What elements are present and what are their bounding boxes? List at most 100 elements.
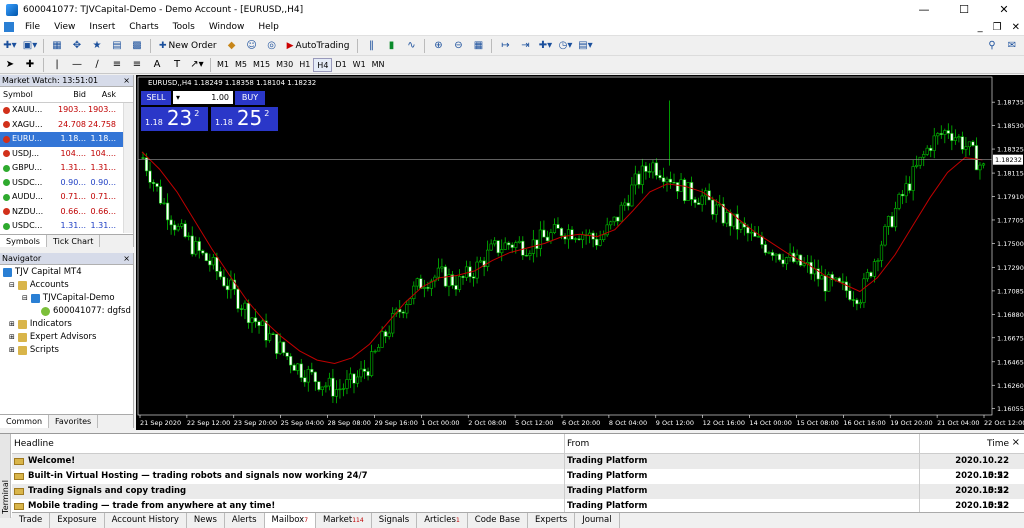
data-window-icon[interactable]: ✥ <box>69 38 85 54</box>
text-icon[interactable]: A <box>149 57 165 73</box>
menu-insert[interactable]: Insert <box>82 19 122 36</box>
templates-icon[interactable]: ▤▾ <box>577 38 593 54</box>
strategy-tester-icon[interactable]: ▩ <box>129 38 145 54</box>
column-bid[interactable]: Bid <box>56 87 86 102</box>
horizontal-line-icon[interactable]: — <box>69 57 85 73</box>
maximize-button[interactable]: ☐ <box>944 0 984 19</box>
tab-market[interactable]: Market114 <box>316 513 372 528</box>
column-ask[interactable]: Ask <box>86 87 116 102</box>
tab-mailbox[interactable]: Mailbox7 <box>264 513 317 528</box>
tab-articles[interactable]: Articles1 <box>417 513 468 528</box>
timeframe-m15[interactable]: M15 <box>250 58 273 72</box>
menu-help[interactable]: Help <box>251 19 286 36</box>
close-button[interactable]: ✕ <box>984 0 1024 19</box>
timeframe-w1[interactable]: W1 <box>350 58 369 72</box>
metaeditor-icon[interactable]: ◆ <box>224 38 240 54</box>
mailbox-row[interactable]: Trading Signals and copy trading Trading … <box>12 484 1024 511</box>
menu-file[interactable]: File <box>18 19 47 36</box>
tile-windows-icon[interactable]: ▦ <box>470 38 486 54</box>
tab-common[interactable]: Common <box>0 415 50 428</box>
sell-button[interactable]: SELL <box>141 91 171 105</box>
menu-window[interactable]: Window <box>202 19 252 36</box>
minimize-button[interactable]: — <box>904 0 944 19</box>
market-watch-row[interactable]: NZDU... 0.66... 0.66... <box>0 205 133 220</box>
tab-signals[interactable]: Signals <box>372 513 418 528</box>
periods-icon[interactable]: ◷▾ <box>557 38 573 54</box>
tab-tick-chart[interactable]: Tick Chart <box>47 235 101 247</box>
tab-symbols[interactable]: Symbols <box>0 235 47 247</box>
terminal-close[interactable]: × <box>1012 437 1020 448</box>
column-from[interactable]: From <box>564 434 919 453</box>
market-watch-icon[interactable]: ▦ <box>49 38 65 54</box>
tab-exposure[interactable]: Exposure <box>50 513 105 528</box>
tab-account-history[interactable]: Account History <box>105 513 187 528</box>
menu-tools[interactable]: Tools <box>166 19 202 36</box>
zoom-out-icon[interactable]: ⊖ <box>450 38 466 54</box>
autoscroll-icon[interactable]: ⇥ <box>517 38 533 54</box>
market-watch-row[interactable]: USDC... 0.90... 0.90... <box>0 176 133 191</box>
new-order-button[interactable]: ✚ New Order <box>156 38 220 54</box>
buy-price[interactable]: 1.18 25 2 <box>211 107 278 131</box>
crosshair-icon[interactable]: ✚ <box>22 57 38 73</box>
menu-view[interactable]: View <box>47 19 82 36</box>
channel-icon[interactable]: ≡ <box>109 57 125 73</box>
market-watch-row[interactable]: USDJ... 104.... 104.... <box>0 147 133 162</box>
nav-scripts[interactable]: ⊞ Scripts <box>9 345 59 355</box>
timeframe-h1[interactable]: H1 <box>296 58 313 72</box>
nav-root[interactable]: TJV Capital MT4 <box>3 267 82 277</box>
vertical-line-icon[interactable]: | <box>49 57 65 73</box>
search-icon[interactable]: ⚲ <box>984 38 1000 54</box>
trendline-icon[interactable]: ∕ <box>89 57 105 73</box>
market-watch-row[interactable]: XAGU... 24.708 24.758 <box>0 118 133 133</box>
mdi-minimize-button[interactable]: _ <box>978 19 983 36</box>
terminal-icon[interactable]: ▤ <box>109 38 125 54</box>
nav-account[interactable]: 600041077: dgfsd <box>41 306 131 316</box>
sell-price[interactable]: 1.18 23 2 <box>141 107 208 131</box>
tab-code-base[interactable]: Code Base <box>468 513 528 528</box>
market-watch-row[interactable]: GBPU... 1.31... 1.31... <box>0 161 133 176</box>
nav-expert-advisors[interactable]: ⊞ Expert Advisors <box>9 332 96 342</box>
tab-experts[interactable]: Experts <box>528 513 576 528</box>
cursor-icon[interactable]: ➤ <box>2 57 18 73</box>
nav-indicators[interactable]: ⊞ Indicators <box>9 319 72 329</box>
column-time[interactable]: Time <box>919 434 1019 453</box>
indicators-icon[interactable]: ✚▾ <box>537 38 553 54</box>
mailbox-row[interactable]: Built-in Virtual Hosting — trading robot… <box>12 469 1024 496</box>
zoom-in-icon[interactable]: ⊕ <box>430 38 446 54</box>
auto-trading-button[interactable]: ▶ AutoTrading <box>284 38 353 54</box>
label-icon[interactable]: T <box>169 57 185 73</box>
candlestick-icon[interactable]: ▮ <box>383 38 399 54</box>
tab-alerts[interactable]: Alerts <box>225 513 265 528</box>
timeframe-d1[interactable]: D1 <box>332 58 349 72</box>
timeframe-h4[interactable]: H4 <box>313 57 333 72</box>
chart-shift-icon[interactable]: ↦ <box>497 38 513 54</box>
menu-charts[interactable]: Charts <box>122 19 165 36</box>
buy-button[interactable]: BUY <box>235 91 265 105</box>
market-watch-scrollbar[interactable] <box>123 103 133 233</box>
fibonacci-icon[interactable]: ≡ <box>129 57 145 73</box>
tab-favorites[interactable]: Favorites <box>49 415 99 428</box>
tab-trade[interactable]: Trade <box>12 513 51 528</box>
community-icon[interactable]: ☺ <box>244 38 260 54</box>
navigator-close[interactable]: × <box>123 253 133 264</box>
timeframe-m5[interactable]: M5 <box>232 58 250 72</box>
mdi-restore-button[interactable]: ❐ <box>993 19 1002 36</box>
chat-icon[interactable]: ✉ <box>1004 38 1020 54</box>
tab-journal[interactable]: Journal <box>575 513 620 528</box>
bar-chart-icon[interactable]: ‖ <box>363 38 379 54</box>
column-headline[interactable]: Headline <box>12 434 564 453</box>
nav-accounts[interactable]: ⊟ Accounts <box>9 280 69 290</box>
timeframe-m30[interactable]: M30 <box>273 58 296 72</box>
timeframe-mn[interactable]: MN <box>369 58 388 72</box>
profiles-icon[interactable]: ▣▾ <box>22 38 38 54</box>
timeframe-m1[interactable]: M1 <box>214 58 232 72</box>
tab-news[interactable]: News <box>187 513 225 528</box>
lot-size-input[interactable]: ▾ 1.00 <box>173 91 233 104</box>
market-watch-row[interactable]: AUDU... 0.71... 0.71... <box>0 190 133 205</box>
market-watch-row[interactable]: XAUU... 1903... 1903... <box>0 103 133 118</box>
signals-icon[interactable]: ◎ <box>264 38 280 54</box>
nav-server[interactable]: ⊟ TJVCapital-Demo <box>22 293 115 303</box>
mailbox-row[interactable]: Welcome! Trading Platform 2020.10.22 15:52 <box>12 454 1024 481</box>
market-watch-row[interactable]: EURU... 1.18... 1.18... <box>0 132 133 147</box>
column-symbol[interactable]: Symbol <box>0 87 56 102</box>
